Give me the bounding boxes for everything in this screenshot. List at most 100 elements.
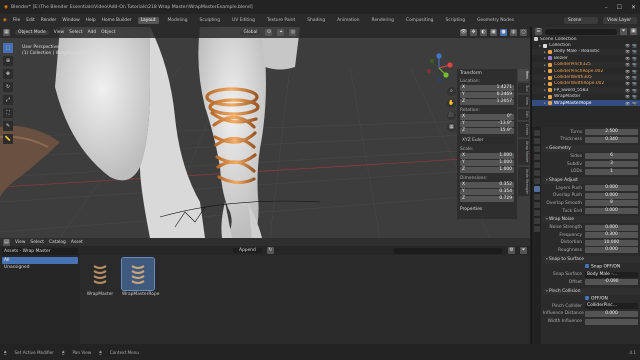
visibility-eye-icon[interactable]: 👁 bbox=[625, 75, 630, 80]
visibility-eye-icon[interactable]: 👁 bbox=[625, 94, 630, 99]
property-value-field[interactable]: 0.000 bbox=[585, 208, 638, 215]
camera-view-icon[interactable]: 🎥 bbox=[447, 111, 456, 120]
property-value-field[interactable]: 0.000 bbox=[585, 224, 638, 231]
data-tab-icon[interactable] bbox=[533, 218, 540, 224]
property-value-field[interactable]: ColliderPinc... bbox=[585, 303, 638, 310]
visibility-eye-icon[interactable]: 👁 bbox=[625, 69, 630, 74]
asset-card-wrapmasterrope[interactable]: WrapMasterRope bbox=[121, 257, 159, 297]
view-layer-selector[interactable]: View Layer bbox=[603, 17, 637, 24]
orientation-selector[interactable]: Global bbox=[240, 30, 261, 35]
scale-x-field[interactable]: X 1.000 bbox=[460, 153, 514, 159]
panel-section-header[interactable]: Snap to Surface bbox=[543, 255, 640, 263]
maximize-button[interactable]: ☐ bbox=[617, 4, 622, 11]
location-y-field[interactable]: Y 0.2469 bbox=[460, 92, 514, 98]
editor-type-icon[interactable]: ▦ bbox=[3, 29, 10, 36]
shading-material-icon[interactable]: ◍ bbox=[510, 29, 517, 36]
sidebar-tab-edit[interactable]: Edit bbox=[518, 109, 529, 120]
editor-type-icon[interactable]: ▤ bbox=[3, 238, 10, 246]
asset-search-input[interactable] bbox=[393, 247, 503, 254]
property-value-field[interactable]: 1 bbox=[585, 168, 638, 175]
refresh-icon[interactable]: ↻ bbox=[266, 247, 274, 254]
workspace-tab-sculpting[interactable]: Sculpting bbox=[197, 17, 224, 24]
pan-hand-icon[interactable]: ✋ bbox=[447, 99, 456, 108]
view-layer-tab-icon[interactable] bbox=[533, 154, 540, 160]
properties-subpanel-header[interactable]: Properties bbox=[460, 207, 514, 212]
render-camera-icon[interactable]: 📷 bbox=[632, 62, 637, 67]
workspace-tab-layout[interactable]: Layout bbox=[137, 17, 159, 24]
filter-icon[interactable]: ⏷ bbox=[620, 28, 627, 35]
workspace-tab-geometry-nodes[interactable]: Geometry Nodes bbox=[474, 17, 517, 24]
visibility-eye-icon[interactable]: 👁 bbox=[625, 43, 630, 48]
minimize-button[interactable]: – bbox=[605, 4, 608, 11]
catalog-all[interactable]: All bbox=[2, 257, 78, 264]
location-z-field[interactable]: Z 1.2057 bbox=[460, 99, 514, 105]
render-camera-icon[interactable]: 📷 bbox=[632, 56, 637, 61]
scale-y-field[interactable]: Y 1.000 bbox=[460, 160, 514, 166]
property-value-field[interactable]: 0.000 bbox=[585, 247, 638, 254]
shading-solid-icon[interactable]: ● bbox=[500, 29, 507, 36]
panel-section-header[interactable]: Shape Adjust bbox=[543, 176, 640, 184]
menu-file[interactable]: File bbox=[13, 18, 20, 23]
render-camera-icon[interactable]: 📷 bbox=[632, 49, 637, 54]
tool-tab-icon[interactable] bbox=[533, 130, 540, 136]
menu-select[interactable]: Select bbox=[69, 30, 83, 35]
outliner-row-scene-collection[interactable]: Scene Collection bbox=[532, 36, 640, 42]
dimensions-x-field[interactable]: X 0.352 bbox=[460, 182, 514, 188]
property-value-field[interactable]: -0.090 bbox=[585, 279, 638, 286]
pivot-icon[interactable]: ⊙ bbox=[265, 29, 273, 36]
transform-tool-icon[interactable]: ⛶ bbox=[3, 108, 13, 118]
rotation-x-field[interactable]: X 0° bbox=[460, 114, 514, 120]
import-method-dropdown[interactable]: Append bbox=[233, 248, 262, 253]
snap-icon[interactable]: ⌖ bbox=[277, 29, 285, 36]
menu-add[interactable]: Add bbox=[88, 30, 97, 35]
navigation-gizmo[interactable] bbox=[424, 53, 454, 83]
render-camera-icon[interactable]: 📷 bbox=[632, 75, 637, 80]
workspace-tab-scripting[interactable]: Scripting bbox=[442, 17, 468, 24]
render-camera-icon[interactable]: 📷 bbox=[632, 69, 637, 74]
menu-render[interactable]: Render bbox=[41, 18, 57, 23]
render-camera-icon[interactable]: 📷 bbox=[632, 88, 637, 93]
display-settings-icon[interactable]: ⚙ bbox=[508, 247, 515, 254]
zoom-icon[interactable]: ⌕ bbox=[447, 87, 456, 96]
xray-icon[interactable]: ▣ bbox=[490, 29, 497, 36]
blender-menu-icon[interactable]: ◉ bbox=[3, 18, 7, 23]
property-value-field[interactable]: Body Male -... bbox=[585, 271, 638, 278]
visibility-eye-icon[interactable]: 👁 bbox=[625, 88, 630, 93]
catalog-unassigned[interactable]: Unassigned bbox=[2, 264, 78, 271]
visibility-eye-icon[interactable]: 👁 bbox=[625, 56, 630, 61]
menu-select[interactable]: Select bbox=[30, 240, 44, 245]
select-box-tool-icon[interactable]: ⬚ bbox=[3, 43, 13, 53]
menu-view[interactable]: View bbox=[54, 30, 64, 35]
annotate-tool-icon[interactable]: ✎ bbox=[3, 121, 13, 131]
panel-section-header[interactable]: Pinch Collision bbox=[543, 287, 640, 295]
property-value-field[interactable]: 3 bbox=[585, 161, 638, 168]
property-checkbox[interactable]: Snap OFF/ON bbox=[585, 264, 638, 270]
menu-edit[interactable]: Edit bbox=[26, 18, 35, 23]
property-value-field[interactable]: 0.340 bbox=[585, 136, 638, 143]
menu-catalog[interactable]: Catalog bbox=[49, 240, 66, 245]
editor-type-icon[interactable]: ☰ bbox=[535, 28, 542, 35]
rotation-mode-dropdown[interactable]: XYZ Euler bbox=[460, 137, 514, 144]
outliner-search-input[interactable] bbox=[545, 28, 617, 35]
particles-tab-icon[interactable] bbox=[533, 194, 540, 200]
workspace-tab-shading[interactable]: Shading bbox=[304, 17, 328, 24]
visibility-icon[interactable]: 👁 bbox=[460, 29, 467, 36]
outliner-row[interactable]: ▸ WrapMasterRope 👁 📷 bbox=[532, 99, 640, 107]
property-value-field[interactable]: 10.000 bbox=[585, 239, 638, 246]
checkbox-checked-icon[interactable] bbox=[585, 264, 589, 269]
location-x-field[interactable]: X 1.4271 bbox=[460, 85, 514, 91]
render-camera-icon[interactable]: 📷 bbox=[632, 101, 637, 106]
menu-home-builder[interactable]: Home Builder bbox=[102, 18, 132, 23]
checkbox-checked-icon[interactable] bbox=[585, 295, 589, 300]
world-tab-icon[interactable] bbox=[533, 170, 540, 176]
physics-tab-icon[interactable] bbox=[533, 202, 540, 208]
sidebar-tab-node-wrangler[interactable]: Node Wrangler bbox=[518, 166, 529, 197]
output-tab-icon[interactable] bbox=[533, 146, 540, 152]
menu-asset[interactable]: Asset bbox=[71, 240, 83, 245]
workspace-tab-modeling[interactable]: Modeling bbox=[165, 17, 191, 24]
dimensions-z-field[interactable]: Z 0.729 bbox=[460, 196, 514, 202]
filter-icon[interactable]: ⏷ bbox=[520, 247, 527, 254]
asset-library-selector[interactable]: Assets - Wrap Master bbox=[2, 248, 78, 255]
visibility-eye-icon[interactable]: 👁 bbox=[625, 101, 630, 106]
sidebar-tab-wrap-master[interactable]: Wrap Master bbox=[518, 139, 529, 165]
